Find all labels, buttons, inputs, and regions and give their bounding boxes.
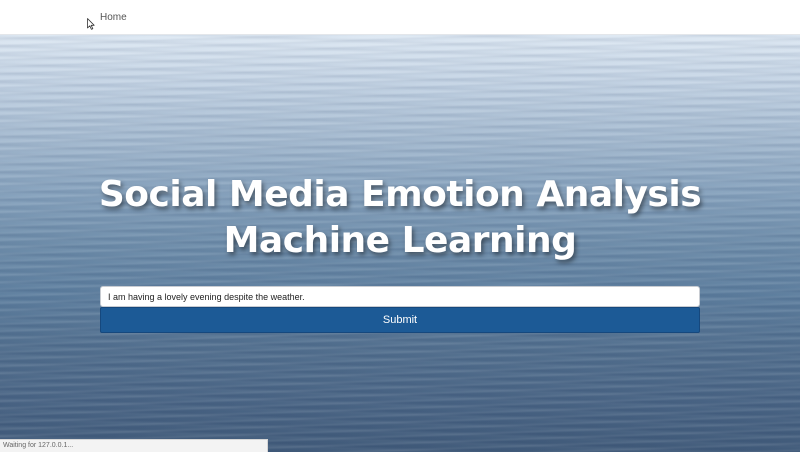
mouse-pointer-icon: [87, 18, 95, 30]
browser-status-bar: Waiting for 127.0.0.1...: [0, 439, 268, 452]
hero-title-line-2: Machine Learning: [223, 220, 577, 261]
nav-home-link[interactable]: Home: [100, 12, 127, 23]
hero-title-line-1: Social Media Emotion Analysis: [98, 174, 702, 215]
top-navbar: Home: [0, 0, 800, 35]
page: Home Social Media Emotion Analysis Machi…: [0, 0, 800, 452]
hero-section: Social Media Emotion Analysis Machine Le…: [0, 35, 800, 452]
text-input[interactable]: [100, 286, 700, 307]
submit-button[interactable]: Submit: [100, 307, 700, 333]
